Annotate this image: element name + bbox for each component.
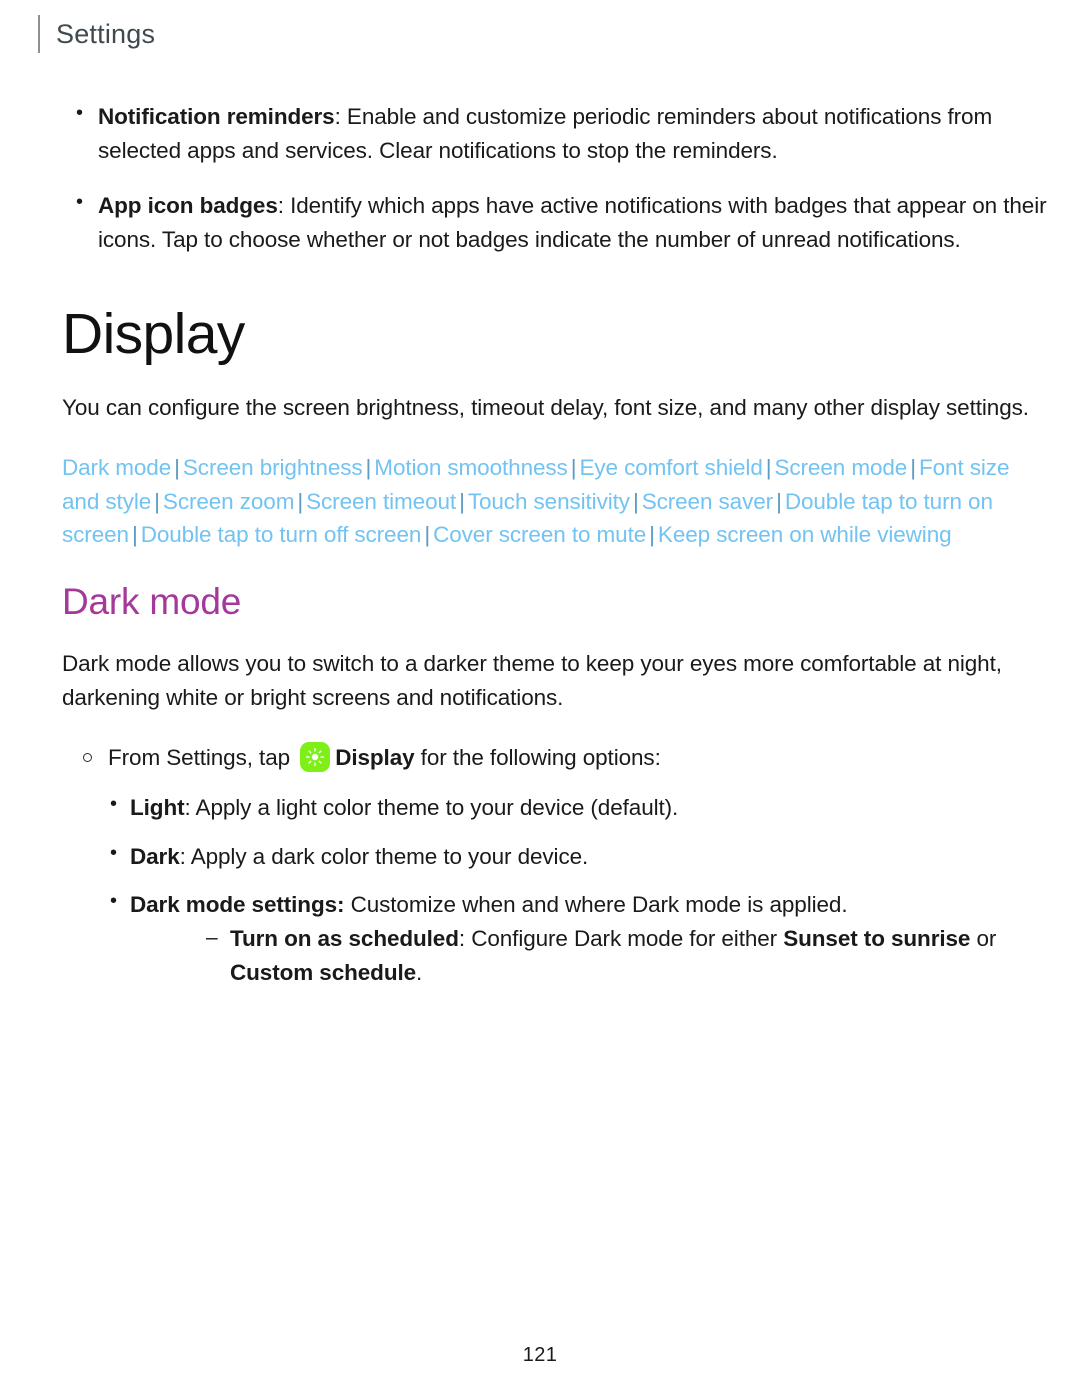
topic-link[interactable]: Cover screen to mute [433, 522, 646, 547]
page-number: 121 [522, 1344, 558, 1366]
list-item: Dark: Apply a dark color theme to your d… [62, 838, 1048, 874]
topic-link[interactable]: Eye comfort shield [579, 455, 762, 480]
topic-link[interactable]: Keep screen on while viewing [658, 522, 952, 547]
page-title: Settings [56, 18, 156, 49]
bullet-term: Notification reminders [98, 104, 335, 129]
schedule-term: Turn on as scheduled [230, 926, 459, 952]
option-term: Dark [130, 843, 180, 869]
link-separator: | [174, 455, 180, 481]
topic-link[interactable]: Dark mode [62, 455, 171, 480]
topic-link[interactable]: Motion smoothness [374, 455, 568, 480]
link-separator: | [297, 488, 304, 514]
topic-link[interactable]: Screen brightness [183, 455, 363, 480]
link-separator: | [632, 488, 639, 514]
topic-link[interactable]: Touch sensitivity [468, 489, 630, 514]
bullet-separator: : [334, 104, 347, 129]
option-text: Customize when and where Dark mode is ap… [350, 892, 848, 918]
header-divider [38, 15, 40, 53]
option-separator: : [179, 843, 191, 869]
link-separator: | [776, 488, 782, 514]
topic-link[interactable]: Screen saver [642, 489, 773, 514]
document-content: Notification reminders: Enable and custo… [62, 98, 1048, 1005]
dark-mode-intro-paragraph: Dark mode allows you to switch to a dark… [62, 650, 1002, 710]
bullet-separator: : [277, 192, 291, 218]
link-separator: | [154, 488, 160, 514]
schedule-text-after: . [416, 959, 423, 985]
instruction-icon-label: Display [335, 745, 415, 771]
link-separator: | [570, 455, 577, 481]
list-item: Notification reminders: Enable and custo… [62, 98, 1048, 169]
display-intro-paragraph: You can configure the screen brightness,… [62, 395, 1029, 421]
link-separator: | [459, 488, 465, 514]
topic-link[interactable]: Screen zoom [163, 489, 295, 514]
subsection-heading-dark-mode: Dark mode [62, 580, 242, 622]
link-separator: | [910, 455, 916, 481]
section-heading-display: Display [62, 301, 245, 366]
list-item: Light: Apply a light color theme to your… [62, 789, 1048, 825]
dark-mode-options-list: Light: Apply a light color theme to your… [62, 789, 1048, 990]
topic-link[interactable]: Screen timeout [306, 489, 456, 514]
schedule-emphasis-sunset: Sunset to sunrise [783, 926, 971, 952]
list-item: Turn on as scheduled: Configure Dark mod… [130, 922, 1048, 990]
display-topic-links: Dark mode | Screen brightness | Motion smoot… [62, 451, 1048, 552]
topic-link[interactable]: Screen mode [774, 455, 907, 480]
option-term: Dark mode settings: [130, 892, 345, 918]
settings-path-instruction: From Settings, tap Display for the follo… [62, 741, 1048, 775]
schedule-separator: : [458, 926, 472, 952]
instruction-suffix: for the following options: [414, 745, 661, 771]
bullet-term: App icon badges [98, 192, 278, 218]
list-item: App icon badges: Identify which apps hav… [62, 187, 1048, 258]
running-header: Settings [38, 14, 155, 54]
option-separator: : [184, 794, 196, 820]
link-separator: | [649, 522, 655, 548]
list-item: Dark mode settings: Customize when and w… [62, 886, 1048, 990]
schedule-text-middle: or [970, 926, 997, 952]
link-separator: | [365, 455, 372, 481]
instruction-prefix: From Settings, tap [108, 745, 297, 771]
option-text: Apply a light color theme to your device… [195, 794, 679, 820]
schedule-emphasis-custom: Custom schedule [230, 959, 417, 985]
link-separator: | [424, 522, 431, 548]
notification-options-list: Notification reminders: Enable and custo… [62, 98, 1048, 258]
dark-mode-schedule-list: Turn on as scheduled: Configure Dark mod… [130, 922, 1048, 990]
option-text: Apply a dark color theme to your device. [190, 843, 589, 869]
topic-link[interactable]: Double tap to turn off screen [141, 522, 422, 547]
link-separator: | [131, 522, 138, 548]
display-settings-icon[interactable] [300, 742, 331, 773]
link-separator: | [765, 455, 772, 481]
schedule-text-before: Configure Dark mode for either [471, 926, 784, 952]
option-term: Light [130, 794, 185, 820]
